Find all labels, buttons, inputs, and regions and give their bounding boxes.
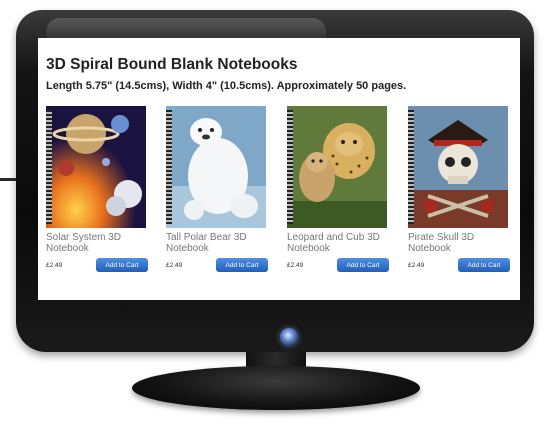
monitor-stand-base (132, 366, 420, 410)
product-image-polar-bear[interactable] (166, 106, 266, 228)
add-to-cart-button[interactable]: Add to Cart (216, 258, 268, 272)
spiral-binding (287, 110, 293, 224)
product-image-leopard-cub[interactable] (287, 106, 387, 228)
product-price: £2.49 (46, 262, 63, 269)
screen: 3D Spiral Bound Blank Notebooks Length 5… (38, 38, 520, 300)
product-image-solar-system[interactable] (46, 106, 146, 228)
spiral-binding (166, 110, 172, 224)
product-price: £2.49 (166, 262, 183, 269)
product-price: £2.49 (408, 262, 425, 269)
product-name[interactable]: Pirate Skull 3D Notebook (408, 232, 516, 254)
product-image-pirate-skull[interactable] (408, 106, 508, 228)
product-name[interactable]: Tall Polar Bear 3D Notebook (166, 232, 274, 254)
product-card: Pirate Skull 3D Notebook £2.49 Add to Ca… (408, 106, 520, 286)
spiral-binding (408, 110, 414, 224)
spiral-binding (46, 110, 52, 224)
product-name[interactable]: Solar System 3D Notebook (46, 232, 154, 254)
power-icon[interactable] (280, 328, 298, 346)
add-to-cart-button[interactable]: Add to Cart (337, 258, 389, 272)
add-to-cart-button[interactable]: Add to Cart (96, 258, 148, 272)
page-subtitle: Length 5.75" (14.5cms), Width 4" (10.5cm… (46, 80, 407, 92)
product-name[interactable]: Leopard and Cub 3D Notebook (287, 232, 395, 254)
page-title: 3D Spiral Bound Blank Notebooks (46, 56, 298, 73)
add-to-cart-button[interactable]: Add to Cart (458, 258, 510, 272)
product-card: Tall Polar Bear 3D Notebook £2.49 Add to… (166, 106, 278, 286)
product-price: £2.49 (287, 262, 304, 269)
product-card: Solar System 3D Notebook £2.49 Add to Ca… (46, 106, 158, 286)
product-card: Leopard and Cub 3D Notebook £2.49 Add to… (287, 106, 399, 286)
